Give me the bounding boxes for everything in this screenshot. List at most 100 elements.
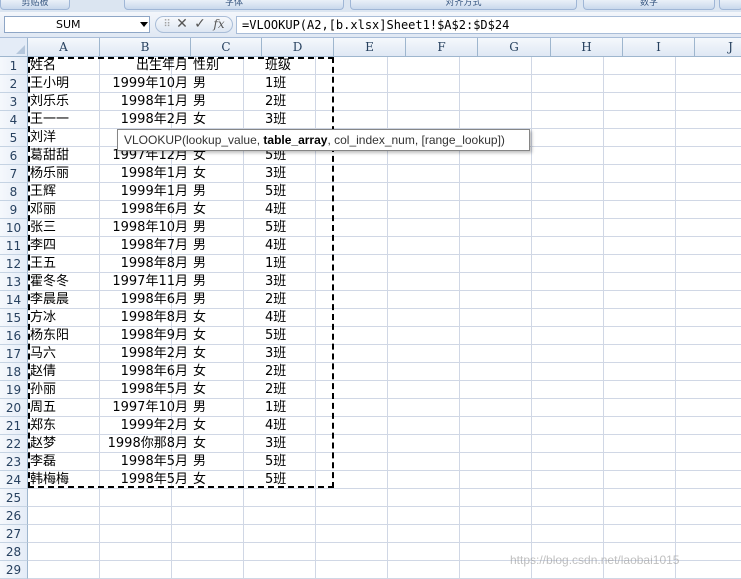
name-box[interactable]: SUM bbox=[4, 16, 150, 33]
table-cell[interactable]: 2班 bbox=[265, 93, 333, 111]
table-cell[interactable]: 1999年1月 bbox=[100, 183, 188, 201]
table-cell[interactable]: 王小明 bbox=[30, 75, 98, 93]
table-cell[interactable]: 1998年10月 bbox=[100, 219, 188, 237]
table-cell[interactable]: 2班 bbox=[265, 381, 333, 399]
table-cell[interactable]: 男 bbox=[193, 255, 261, 273]
column-header-h[interactable]: H bbox=[551, 38, 623, 57]
table-cell[interactable]: 1998年2月 bbox=[100, 111, 188, 129]
table-cell[interactable]: 5班 bbox=[265, 327, 333, 345]
ribbon-group-font[interactable]: 字体 bbox=[124, 0, 344, 10]
column-header-f[interactable]: F bbox=[406, 38, 478, 57]
table-cell[interactable]: 王辉 bbox=[30, 183, 98, 201]
table-cell[interactable]: 女 bbox=[193, 111, 261, 129]
row-header-22[interactable]: 22 bbox=[0, 435, 28, 453]
table-cell[interactable]: 女 bbox=[193, 327, 261, 345]
table-cell[interactable]: 1班 bbox=[265, 255, 333, 273]
column-header-d[interactable]: D bbox=[262, 38, 334, 57]
table-cell[interactable]: 4班 bbox=[265, 201, 333, 219]
table-cell[interactable]: 4班 bbox=[265, 309, 333, 327]
column-header-j[interactable]: J bbox=[695, 38, 741, 57]
row-header-24[interactable]: 24 bbox=[0, 471, 28, 489]
table-cell[interactable]: 女 bbox=[193, 309, 261, 327]
table-cell[interactable]: 1998年1月 bbox=[100, 165, 188, 183]
table-cell[interactable]: 女 bbox=[193, 201, 261, 219]
column-header-c[interactable]: C bbox=[191, 38, 262, 57]
row-header-9[interactable]: 9 bbox=[0, 201, 28, 219]
table-cell[interactable]: 1999年2月 bbox=[100, 417, 188, 435]
table-cell[interactable]: 3班 bbox=[265, 111, 333, 129]
row-header-15[interactable]: 15 bbox=[0, 309, 28, 327]
table-cell[interactable]: 5班 bbox=[265, 471, 333, 489]
table-cell[interactable]: 女 bbox=[193, 381, 261, 399]
table-cell[interactable]: 王五 bbox=[30, 255, 98, 273]
table-cell[interactable]: 韩梅梅 bbox=[30, 471, 98, 489]
table-cell[interactable]: 男 bbox=[193, 237, 261, 255]
row-header-10[interactable]: 10 bbox=[0, 219, 28, 237]
table-cell[interactable]: 李晨晨 bbox=[30, 291, 98, 309]
table-cell[interactable]: 赵梦 bbox=[30, 435, 98, 453]
table-cell[interactable]: 1998年8月 bbox=[100, 255, 188, 273]
tooltip-arg-lookup-value[interactable]: lookup_value, bbox=[186, 133, 263, 147]
table-cell[interactable]: 1998年6月 bbox=[100, 363, 188, 381]
table-cell[interactable]: 1998年1月 bbox=[100, 93, 188, 111]
table-cell[interactable]: 女 bbox=[193, 417, 261, 435]
select-all-button[interactable] bbox=[0, 38, 28, 57]
table-cell[interactable]: 女 bbox=[193, 165, 261, 183]
table-cell[interactable]: 1998年8月 bbox=[100, 309, 188, 327]
header-cell[interactable]: 性别 bbox=[193, 57, 261, 75]
table-cell[interactable]: 女 bbox=[193, 345, 261, 363]
table-cell[interactable]: 5班 bbox=[265, 453, 333, 471]
table-cell[interactable]: 5班 bbox=[265, 219, 333, 237]
row-header-23[interactable]: 23 bbox=[0, 453, 28, 471]
table-cell[interactable]: 1班 bbox=[265, 399, 333, 417]
row-header-8[interactable]: 8 bbox=[0, 183, 28, 201]
header-cell[interactable]: 班级 bbox=[265, 57, 333, 75]
table-cell[interactable]: 男 bbox=[193, 219, 261, 237]
table-cell[interactable]: 1班 bbox=[265, 75, 333, 93]
column-header-a[interactable]: A bbox=[28, 38, 100, 57]
table-cell[interactable]: 2班 bbox=[265, 291, 333, 309]
table-cell[interactable]: 1997年10月 bbox=[100, 399, 188, 417]
table-cell[interactable]: 1998年6月 bbox=[100, 201, 188, 219]
table-cell[interactable]: 女 bbox=[193, 471, 261, 489]
table-cell[interactable]: 5班 bbox=[265, 183, 333, 201]
table-cell[interactable]: 孙丽 bbox=[30, 381, 98, 399]
confirm-formula-button[interactable]: ✓ bbox=[193, 16, 207, 33]
table-cell[interactable]: 男 bbox=[193, 183, 261, 201]
column-header-e[interactable]: E bbox=[334, 38, 406, 57]
table-cell[interactable]: 1998你那8月 bbox=[100, 435, 188, 453]
table-cell[interactable]: 1998年5月 bbox=[100, 381, 188, 399]
table-cell[interactable]: 女 bbox=[193, 363, 261, 381]
table-cell[interactable]: 3班 bbox=[265, 345, 333, 363]
table-cell[interactable]: 男 bbox=[193, 93, 261, 111]
table-cell[interactable]: 1998年5月 bbox=[100, 471, 188, 489]
table-cell[interactable]: 男 bbox=[193, 75, 261, 93]
cancel-formula-button[interactable]: ✕ bbox=[175, 16, 189, 33]
table-cell[interactable]: 3班 bbox=[265, 273, 333, 291]
table-cell[interactable]: 赵倩 bbox=[30, 363, 98, 381]
ribbon-group-edge[interactable] bbox=[719, 0, 741, 10]
table-cell[interactable]: 1998年7月 bbox=[100, 237, 188, 255]
row-header-12[interactable]: 12 bbox=[0, 255, 28, 273]
header-cell[interactable]: 姓名 bbox=[30, 57, 98, 75]
table-cell[interactable]: 1998年2月 bbox=[100, 345, 188, 363]
table-cell[interactable]: 马六 bbox=[30, 345, 98, 363]
table-cell[interactable]: 杨东阳 bbox=[30, 327, 98, 345]
table-cell[interactable]: 1998年6月 bbox=[100, 291, 188, 309]
table-cell[interactable]: 1998年9月 bbox=[100, 327, 188, 345]
row-header-4[interactable]: 4 bbox=[0, 111, 28, 129]
table-cell[interactable]: 张三 bbox=[30, 219, 98, 237]
row-header-27[interactable]: 27 bbox=[0, 525, 28, 543]
row-header-18[interactable]: 18 bbox=[0, 363, 28, 381]
table-cell[interactable]: 李磊 bbox=[30, 453, 98, 471]
header-cell[interactable]: 出生年月 bbox=[100, 57, 188, 75]
row-header-19[interactable]: 19 bbox=[0, 381, 28, 399]
table-cell[interactable]: 邓丽 bbox=[30, 201, 98, 219]
ribbon-group-clipboard[interactable]: 剪贴板 bbox=[0, 0, 70, 10]
table-cell[interactable]: 男 bbox=[193, 273, 261, 291]
row-header-1[interactable]: 1 bbox=[0, 57, 28, 75]
table-cell[interactable]: 4班 bbox=[265, 417, 333, 435]
column-header-i[interactable]: I bbox=[623, 38, 695, 57]
row-header-26[interactable]: 26 bbox=[0, 507, 28, 525]
table-cell[interactable]: 2班 bbox=[265, 363, 333, 381]
